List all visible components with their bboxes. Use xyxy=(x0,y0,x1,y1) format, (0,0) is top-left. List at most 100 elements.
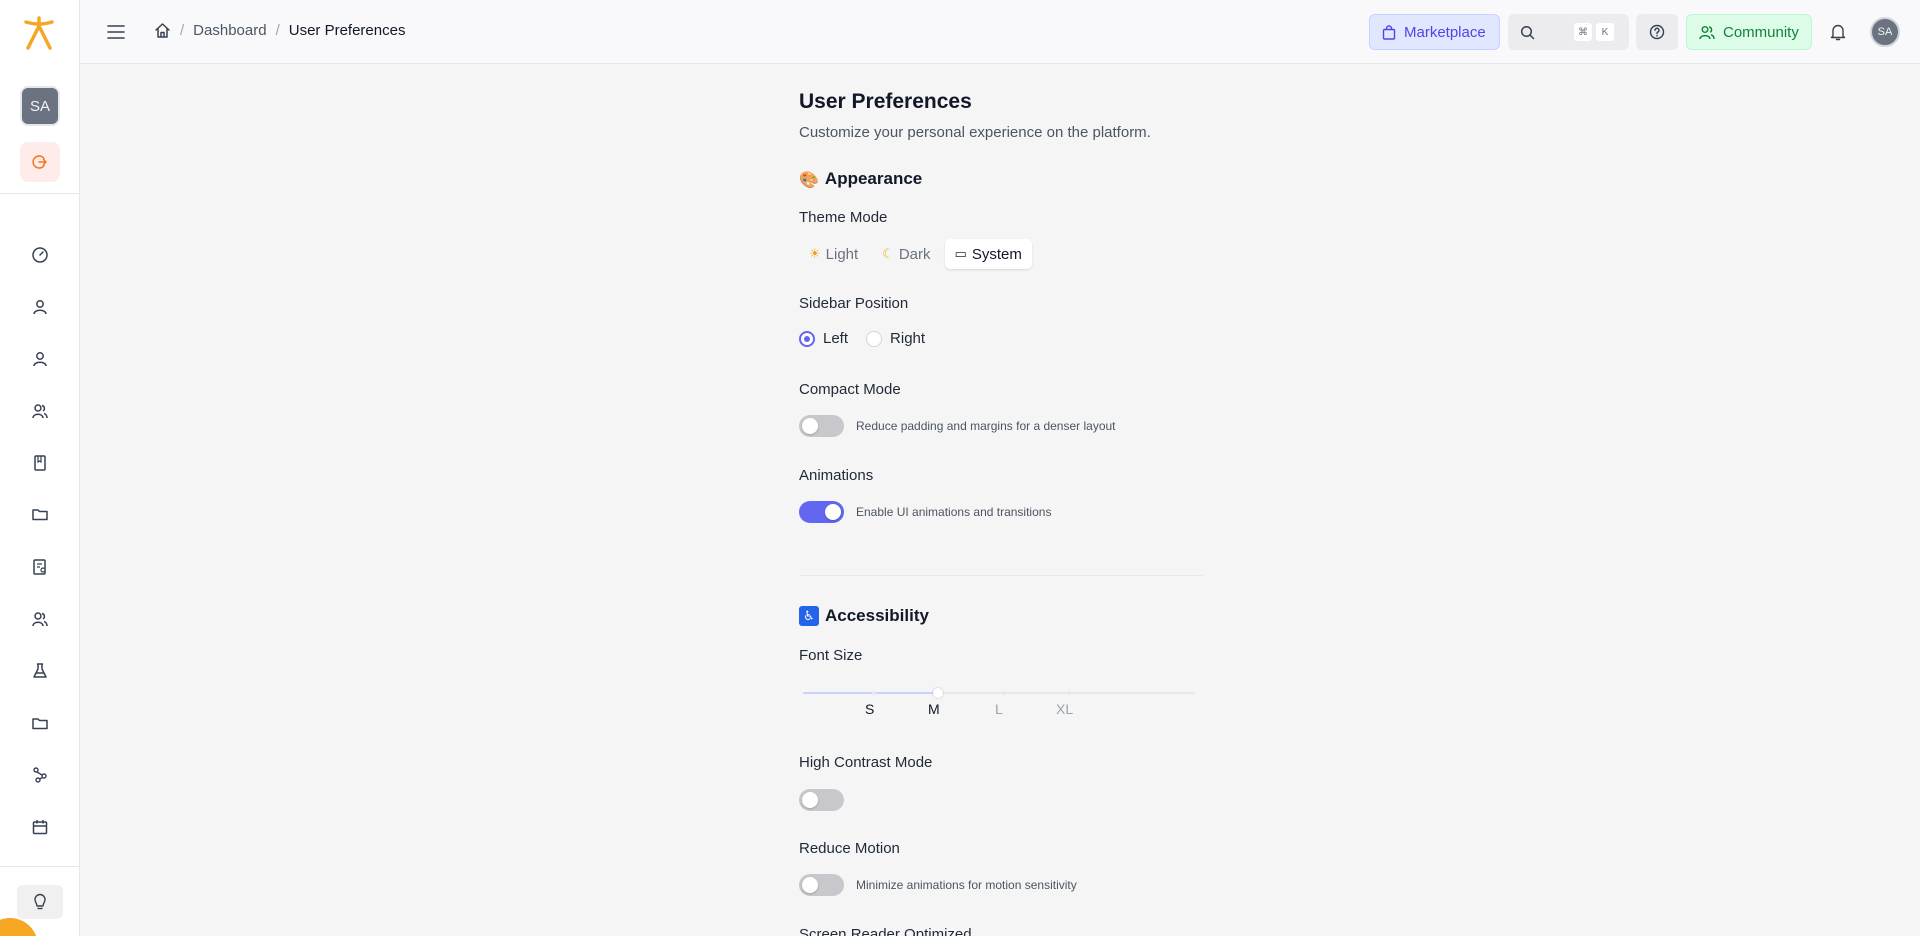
theme-option-light[interactable]: ☀ Light xyxy=(799,239,868,269)
animations-row: Enable UI animations and transitions xyxy=(799,501,1051,523)
high-contrast-label: High Contrast Mode xyxy=(799,754,933,771)
user-avatar[interactable]: SA xyxy=(1870,17,1900,47)
sidebar-divider xyxy=(0,193,80,194)
search-button[interactable]: ⌘ K xyxy=(1508,14,1629,50)
sidebar-item-docs[interactable] xyxy=(28,451,52,475)
community-label: Community xyxy=(1723,23,1799,41)
page-subtitle: Customize your personal experience on th… xyxy=(799,124,1151,141)
radio-left[interactable] xyxy=(799,330,815,347)
logout-icon xyxy=(32,155,47,169)
palette-icon: 🎨 xyxy=(799,169,819,189)
menu-toggle-button[interactable] xyxy=(104,20,128,44)
tips-button[interactable] xyxy=(17,885,63,919)
compact-mode-toggle[interactable] xyxy=(799,415,844,437)
appearance-heading: 🎨 Appearance xyxy=(799,169,922,189)
reduce-motion-row: Minimize animations for motion sensitivi… xyxy=(799,874,1077,896)
appearance-title: Appearance xyxy=(824,169,923,188)
slider-stop xyxy=(1067,691,1071,695)
radio-right[interactable] xyxy=(866,330,883,347)
users-icon xyxy=(32,612,48,627)
font-size-tick-m: M xyxy=(928,701,940,717)
breadcrumb-separator: / xyxy=(180,22,185,39)
reduce-motion-description: Minimize animations for motion sensitivi… xyxy=(856,878,1077,892)
sidebar-item-account[interactable] xyxy=(28,347,52,371)
sidebar-item-dashboard[interactable] xyxy=(28,243,52,267)
theme-mode-selector: ☀ Light ☾ Dark ▭ System xyxy=(799,239,1036,269)
help-circle-icon xyxy=(1649,24,1665,40)
font-size-label: Font Size xyxy=(799,647,863,664)
sidebar: SA xyxy=(0,0,80,936)
app-logo[interactable] xyxy=(19,12,59,52)
calendar-icon xyxy=(32,820,48,835)
theme-mode-label: Theme Mode xyxy=(799,209,888,226)
theme-option-label: Light xyxy=(825,245,859,263)
font-size-slider[interactable] xyxy=(803,688,1195,698)
workflow-icon xyxy=(33,767,47,783)
user-icon xyxy=(33,300,47,315)
book-icon xyxy=(34,455,46,471)
radio-right-label[interactable]: Right xyxy=(890,330,925,347)
theme-option-label: Dark xyxy=(898,245,931,263)
theme-option-system[interactable]: ▭ System xyxy=(944,239,1032,269)
marketplace-label: Marketplace xyxy=(1404,23,1486,41)
flask-icon xyxy=(33,663,47,678)
compact-mode-label: Compact Mode xyxy=(799,381,901,398)
accessibility-title: Accessibility xyxy=(825,606,929,625)
moon-icon: ☾ xyxy=(882,246,894,262)
sidebar-item-members[interactable] xyxy=(28,607,52,631)
sidebar-item-profile[interactable] xyxy=(28,295,52,319)
radio-left-label[interactable]: Left xyxy=(823,330,848,347)
slider-stop xyxy=(1002,691,1006,695)
breadcrumb-dashboard[interactable]: Dashboard xyxy=(193,22,266,39)
slider-fill xyxy=(803,692,937,694)
user-icon xyxy=(33,352,47,367)
theme-option-dark[interactable]: ☾ Dark xyxy=(872,239,940,269)
kbd-k: K xyxy=(1596,23,1614,41)
reduce-motion-label: Reduce Motion xyxy=(799,840,900,857)
bell-icon xyxy=(1830,24,1846,41)
slider-stop xyxy=(872,691,876,695)
file-search-icon xyxy=(33,559,46,575)
font-size-tick-l: L xyxy=(995,701,1003,717)
sidebar-item-reports[interactable] xyxy=(28,555,52,579)
logout-button[interactable] xyxy=(20,142,60,182)
help-button[interactable] xyxy=(1636,14,1678,50)
community-button[interactable]: Community xyxy=(1686,14,1812,50)
reduce-motion-toggle[interactable] xyxy=(799,874,844,896)
font-size-tick-s: S xyxy=(865,701,875,717)
sidebar-position-label: Sidebar Position xyxy=(799,295,909,312)
laptop-icon: ▭ xyxy=(954,246,967,262)
wheelchair-icon: ♿ xyxy=(799,606,819,626)
page-title: User Preferences xyxy=(799,90,972,113)
users-icon xyxy=(1699,25,1715,39)
section-divider xyxy=(799,575,1203,576)
sidebar-position-group: Left Right xyxy=(799,330,925,347)
sidebar-item-workflows[interactable] xyxy=(28,763,52,787)
sidebar-item-projects[interactable] xyxy=(28,711,52,735)
screen-reader-label: Screen Reader Optimized xyxy=(799,926,972,936)
marketplace-button[interactable]: Marketplace xyxy=(1369,14,1500,50)
sun-icon: ☀ xyxy=(809,246,821,262)
compact-mode-description: Reduce padding and margins for a denser … xyxy=(856,419,1116,433)
high-contrast-toggle[interactable] xyxy=(799,789,844,811)
sidebar-avatar[interactable]: SA xyxy=(20,86,60,126)
search-icon xyxy=(1520,25,1535,39)
animations-toggle[interactable] xyxy=(799,501,844,523)
menu-icon xyxy=(107,25,125,39)
breadcrumb: / Dashboard / User Preferences xyxy=(154,22,405,39)
shopping-bag-icon xyxy=(1382,24,1396,40)
home-icon[interactable] xyxy=(154,22,171,39)
users-icon xyxy=(32,404,48,419)
folder-icon xyxy=(32,509,48,521)
high-contrast-row xyxy=(799,789,856,811)
sidebar-item-lab[interactable] xyxy=(28,659,52,683)
sidebar-item-calendar[interactable] xyxy=(28,815,52,839)
animations-description: Enable UI animations and transitions xyxy=(856,505,1052,519)
slider-thumb[interactable] xyxy=(933,688,943,698)
floating-action-button[interactable] xyxy=(0,918,38,936)
animations-label: Animations xyxy=(799,467,874,484)
folder-icon xyxy=(32,718,48,730)
sidebar-item-team[interactable] xyxy=(28,399,52,423)
sidebar-item-files[interactable] xyxy=(28,502,52,526)
notifications-button[interactable] xyxy=(1826,20,1850,44)
